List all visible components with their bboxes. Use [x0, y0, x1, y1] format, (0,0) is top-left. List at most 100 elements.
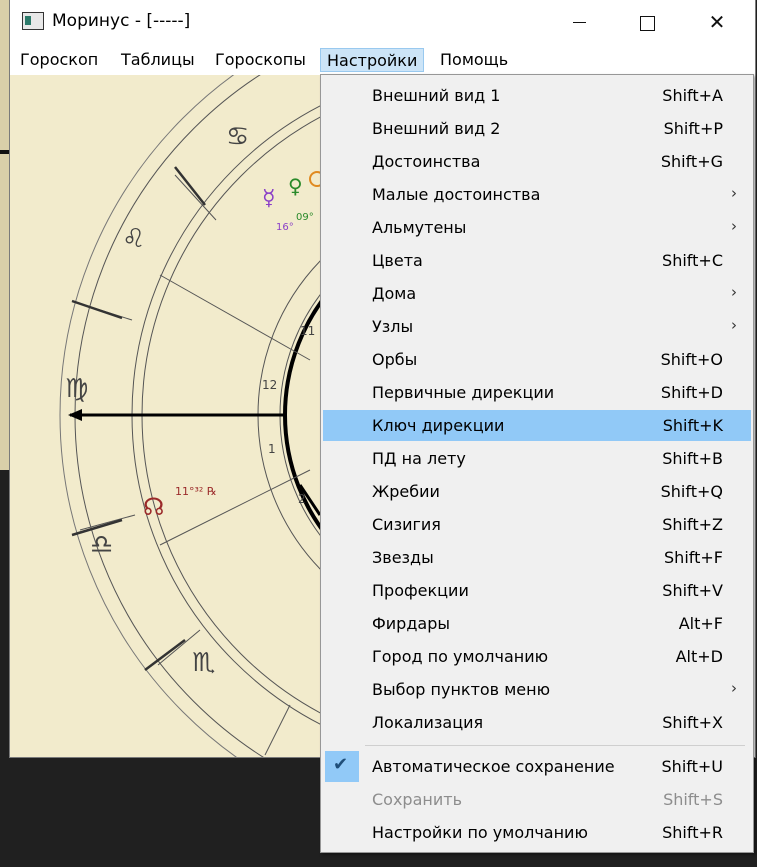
- title-bar[interactable]: Моринус - [-----] ✕: [10, 0, 755, 45]
- virgo-glyph: ♍: [65, 374, 88, 404]
- menu-item-label: Первичные дирекции: [372, 383, 555, 402]
- menu-item-pd-on-the-fly[interactable]: ПД на лету Shift+B: [323, 443, 751, 474]
- menu-separator: [365, 745, 745, 746]
- leo-glyph: ♌: [122, 224, 145, 254]
- menu-item-almutens[interactable]: Альмутены ›: [323, 212, 751, 243]
- menu-item-shortcut: Shift+V: [662, 581, 723, 600]
- submenu-arrow-icon: ›: [731, 184, 737, 202]
- house-number-2: 2: [298, 492, 306, 506]
- menu-item-label: Профекции: [372, 581, 469, 600]
- menu-item-label: Локализация: [372, 713, 484, 732]
- menu-item-houses[interactable]: Дома ›: [323, 278, 751, 309]
- checkmark-icon: ✔: [333, 754, 349, 775]
- menu-item-label: Звезды: [372, 548, 434, 567]
- menu-bar: Гороскоп Таблицы Гороскопы Настройки Пом…: [10, 46, 755, 74]
- sun-glyph: [309, 171, 320, 187]
- mercury-degree: 16°: [276, 222, 294, 233]
- menu-item-stars[interactable]: Звезды Shift+F: [323, 542, 751, 573]
- menu-item-syzygy[interactable]: Сизигия Shift+Z: [323, 509, 751, 540]
- libra-glyph: ♎: [90, 530, 113, 560]
- menu-help[interactable]: Помощь: [434, 48, 514, 72]
- menu-item-shortcut: Shift+Q: [660, 482, 723, 501]
- horoscope-chart[interactable]: ♋ ♌ ♍ ♎ ♏ 11 12 1 2 ☿ ♀ 09° 16° ☊ 11°³² …: [10, 75, 320, 757]
- menu-item-shortcut: Shift+O: [660, 350, 723, 369]
- menu-item-shortcut: Shift+U: [661, 757, 723, 776]
- menu-item-lots[interactable]: Жребии Shift+Q: [323, 476, 751, 507]
- settings-dropdown-menu: Внешний вид 1 Shift+A Внешний вид 2 Shif…: [320, 74, 754, 853]
- menu-item-localization[interactable]: Локализация Shift+X: [323, 707, 751, 738]
- menu-item-shortcut: Shift+G: [660, 152, 723, 171]
- menu-item-appearance-2[interactable]: Внешний вид 2 Shift+P: [323, 113, 751, 144]
- menu-item-label: Внешний вид 1: [372, 86, 501, 105]
- cancer-glyph: ♋: [226, 122, 249, 152]
- venus-glyph: ♀: [288, 174, 303, 198]
- menu-item-orbs[interactable]: Орбы Shift+O: [323, 344, 751, 375]
- menu-item-label: Город по умолчанию: [372, 647, 549, 666]
- house-number-11: 11: [300, 324, 315, 338]
- menu-settings[interactable]: Настройки: [320, 48, 425, 72]
- menu-item-shortcut: Alt+D: [675, 647, 723, 666]
- menu-item-shortcut: Shift+F: [664, 548, 723, 567]
- menu-item-label: Альмутены: [372, 218, 467, 237]
- menu-item-dignities[interactable]: Достоинства Shift+G: [323, 146, 751, 177]
- menu-item-direction-key[interactable]: Ключ дирекции Shift+K: [323, 410, 751, 441]
- chart-wheel: ♋ ♌ ♍ ♎ ♏ 11 12 1 2 ☿ ♀ 09° 16° ☊ 11°³² …: [59, 75, 320, 757]
- minimize-icon: [573, 22, 586, 23]
- menu-item-minor-dignities[interactable]: Малые достоинства ›: [323, 179, 751, 210]
- menu-item-colors[interactable]: Цвета Shift+C: [323, 245, 751, 276]
- submenu-arrow-icon: ›: [731, 283, 737, 301]
- house-number-12: 12: [262, 378, 277, 392]
- menu-horoscope[interactable]: Гороскоп: [14, 48, 104, 72]
- menu-item-firdaria[interactable]: Фирдары Alt+F: [323, 608, 751, 639]
- submenu-arrow-icon: ›: [731, 679, 737, 697]
- menu-item-profections[interactable]: Профекции Shift+V: [323, 575, 751, 606]
- menu-item-label: Узлы: [372, 317, 414, 336]
- window-title: Моринус - [-----]: [52, 11, 191, 31]
- menu-item-shortcut: Shift+C: [662, 251, 723, 270]
- menu-item-shortcut: Shift+D: [660, 383, 723, 402]
- node-degree: 11°³² ℞: [175, 485, 217, 498]
- menu-item-label: Автоматическое сохранение: [372, 757, 615, 776]
- menu-item-default-city[interactable]: Город по умолчанию Alt+D: [323, 641, 751, 672]
- menu-item-label: Настройки по умолчанию: [372, 823, 588, 842]
- menu-item-default-settings[interactable]: Настройки по умолчанию Shift+R: [323, 817, 751, 848]
- menu-item-label: Сизигия: [372, 515, 441, 534]
- menu-item-shortcut: Alt+F: [678, 614, 723, 633]
- menu-horoscopes[interactable]: Гороскопы: [209, 48, 312, 72]
- menu-item-label: Ключ дирекции: [372, 416, 505, 435]
- close-icon: ✕: [708, 10, 726, 34]
- menu-item-label: Жребии: [372, 482, 440, 501]
- menu-item-label: Малые достоинства: [372, 185, 541, 204]
- menu-tables[interactable]: Таблицы: [115, 48, 201, 72]
- mercury-glyph: ☿: [262, 186, 276, 211]
- menu-item-shortcut: Shift+X: [662, 713, 723, 732]
- menu-item-shortcut: Shift+S: [663, 790, 723, 809]
- menu-item-label: Внешний вид 2: [372, 119, 501, 138]
- menu-item-label: Дома: [372, 284, 417, 303]
- maximize-icon: [640, 16, 655, 31]
- menu-item-label: Орбы: [372, 350, 418, 369]
- house-number-1: 1: [268, 442, 276, 456]
- submenu-arrow-icon: ›: [731, 316, 737, 334]
- menu-item-primary-directions[interactable]: Первичные дирекции Shift+D: [323, 377, 751, 408]
- menu-item-shortcut: Shift+B: [662, 449, 723, 468]
- maximize-button[interactable]: [616, 0, 678, 45]
- menu-item-menu-selection[interactable]: Выбор пунктов меню ›: [323, 674, 751, 705]
- menu-item-label: Сохранить: [372, 790, 462, 809]
- menu-item-autosave[interactable]: ✔ Автоматическое сохранение Shift+U: [323, 751, 751, 782]
- menu-item-shortcut: Shift+A: [662, 86, 723, 105]
- menu-item-shortcut: Shift+K: [662, 416, 723, 435]
- app-icon: [22, 12, 44, 30]
- menu-item-label: ПД на лету: [372, 449, 466, 468]
- menu-item-shortcut: Shift+Z: [662, 515, 723, 534]
- menu-item-appearance-1[interactable]: Внешний вид 1 Shift+A: [323, 80, 751, 111]
- menu-item-nodes[interactable]: Узлы ›: [323, 311, 751, 342]
- menu-item-shortcut: Shift+P: [663, 119, 723, 138]
- submenu-arrow-icon: ›: [731, 217, 737, 235]
- menu-item-label: Цвета: [372, 251, 423, 270]
- close-button[interactable]: ✕: [686, 0, 748, 45]
- menu-item-label: Выбор пунктов меню: [372, 680, 551, 699]
- menu-item-shortcut: Shift+R: [662, 823, 723, 842]
- venus-degree: 09°: [296, 212, 314, 223]
- minimize-button[interactable]: [548, 0, 610, 45]
